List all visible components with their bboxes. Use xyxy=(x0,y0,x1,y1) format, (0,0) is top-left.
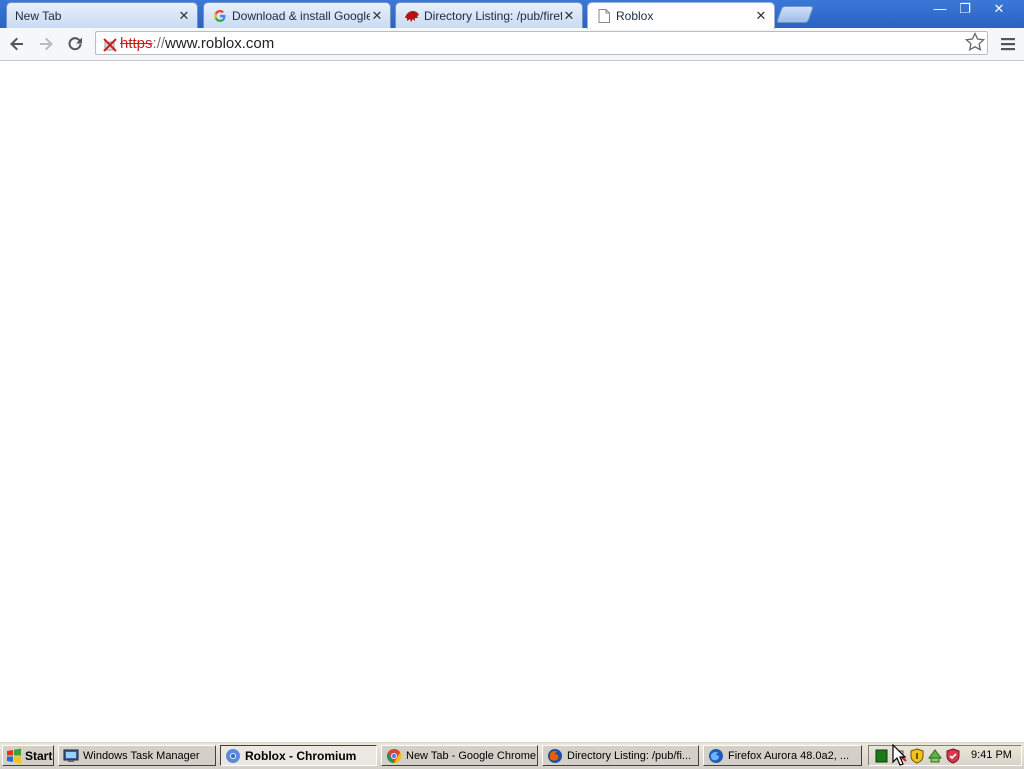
reload-icon xyxy=(68,37,82,51)
arrow-left-icon xyxy=(10,37,23,51)
tab-close-icon[interactable]: ✕ xyxy=(370,8,384,23)
taskbar-item-roblox-chromium[interactable]: Roblox - Chromium xyxy=(220,745,377,766)
back-button[interactable] xyxy=(5,32,29,56)
tab-close-icon[interactable]: ✕ xyxy=(177,8,191,23)
url-separator: :// xyxy=(152,35,166,52)
google-g-icon xyxy=(212,8,228,24)
arrow-right-icon xyxy=(40,37,53,51)
security-shield-tray-icon[interactable] xyxy=(945,748,961,764)
tab-title: Roblox xyxy=(616,9,654,23)
new-tab-button[interactable] xyxy=(775,6,815,23)
windows-taskbar: Start Windows Task Manager Roblox - Chro… xyxy=(0,741,1024,769)
tab-directory-listing[interactable]: Directory Listing: /pub/firefo ✕ xyxy=(395,2,583,28)
insecure-lock-icon[interactable] xyxy=(102,36,118,52)
recycle-tray-icon[interactable] xyxy=(927,748,943,764)
task-label: Roblox - Chromium xyxy=(245,748,357,763)
shield-tray-icon[interactable] xyxy=(909,748,925,764)
hamburger-menu-icon xyxy=(1001,38,1015,51)
task-label: New Tab - Google Chrome xyxy=(406,749,537,762)
tab-roblox[interactable]: Roblox ✕ xyxy=(587,2,775,29)
chromium-icon xyxy=(226,748,240,763)
tab-close-icon[interactable]: ✕ xyxy=(562,8,576,23)
page-content xyxy=(0,61,1024,741)
taskbar-item-google-chrome[interactable]: New Tab - Google Chrome xyxy=(381,745,538,766)
firefox-icon xyxy=(548,748,562,763)
tab-title: New Tab xyxy=(15,8,62,23)
tab-strip: New Tab ✕ Download & install Google Ch ✕… xyxy=(0,0,1024,29)
firefox-aurora-icon xyxy=(709,748,723,763)
bookmark-star-button[interactable] xyxy=(964,31,988,55)
taskbar-item-task-manager[interactable]: Windows Task Manager xyxy=(58,745,216,766)
task-manager-icon xyxy=(63,749,79,762)
mozilla-dino-icon xyxy=(404,8,420,24)
task-label: Directory Listing: /pub/fi... xyxy=(567,749,692,762)
task-label: Windows Task Manager xyxy=(83,749,200,762)
url-scheme: https xyxy=(120,35,153,52)
tab-new-tab[interactable]: New Tab ✕ xyxy=(6,2,198,28)
start-button[interactable]: Start xyxy=(2,745,54,766)
tab-close-icon[interactable]: ✕ xyxy=(754,9,768,23)
task-label: Firefox Aurora 48.0a2, ... xyxy=(728,749,850,762)
browser-menu-button[interactable] xyxy=(997,33,1019,55)
browser-toolbar: https://www.roblox.com xyxy=(0,28,1024,61)
windows-logo-icon xyxy=(7,748,21,763)
start-label: Start xyxy=(25,748,53,763)
tab-title: Directory Listing: /pub/firefo xyxy=(424,8,562,23)
minimize-button[interactable]: — xyxy=(927,0,953,18)
url-text[interactable]: https://www.roblox.com xyxy=(120,35,274,52)
restore-button[interactable]: ❐ xyxy=(952,0,978,18)
page-icon xyxy=(596,8,612,24)
mouse-cursor-icon xyxy=(892,744,906,766)
reload-button[interactable] xyxy=(63,32,87,56)
forward-button[interactable] xyxy=(34,32,58,56)
chrome-icon xyxy=(386,748,402,763)
star-icon xyxy=(964,31,986,51)
taskbar-item-directory-listing[interactable]: Directory Listing: /pub/fi... xyxy=(542,745,699,766)
green-square-tray-icon[interactable] xyxy=(874,748,890,764)
url-host: www.roblox.com xyxy=(165,35,275,52)
address-bar[interactable]: https://www.roblox.com xyxy=(95,31,988,55)
taskbar-item-firefox-aurora[interactable]: Firefox Aurora 48.0a2, ... xyxy=(703,745,862,766)
system-clock[interactable]: 9:41 PM xyxy=(971,749,1012,761)
close-window-button[interactable]: ✕ xyxy=(985,0,1013,18)
tab-download-chrome[interactable]: Download & install Google Ch ✕ xyxy=(203,2,391,28)
tab-title: Download & install Google Ch xyxy=(232,8,370,23)
